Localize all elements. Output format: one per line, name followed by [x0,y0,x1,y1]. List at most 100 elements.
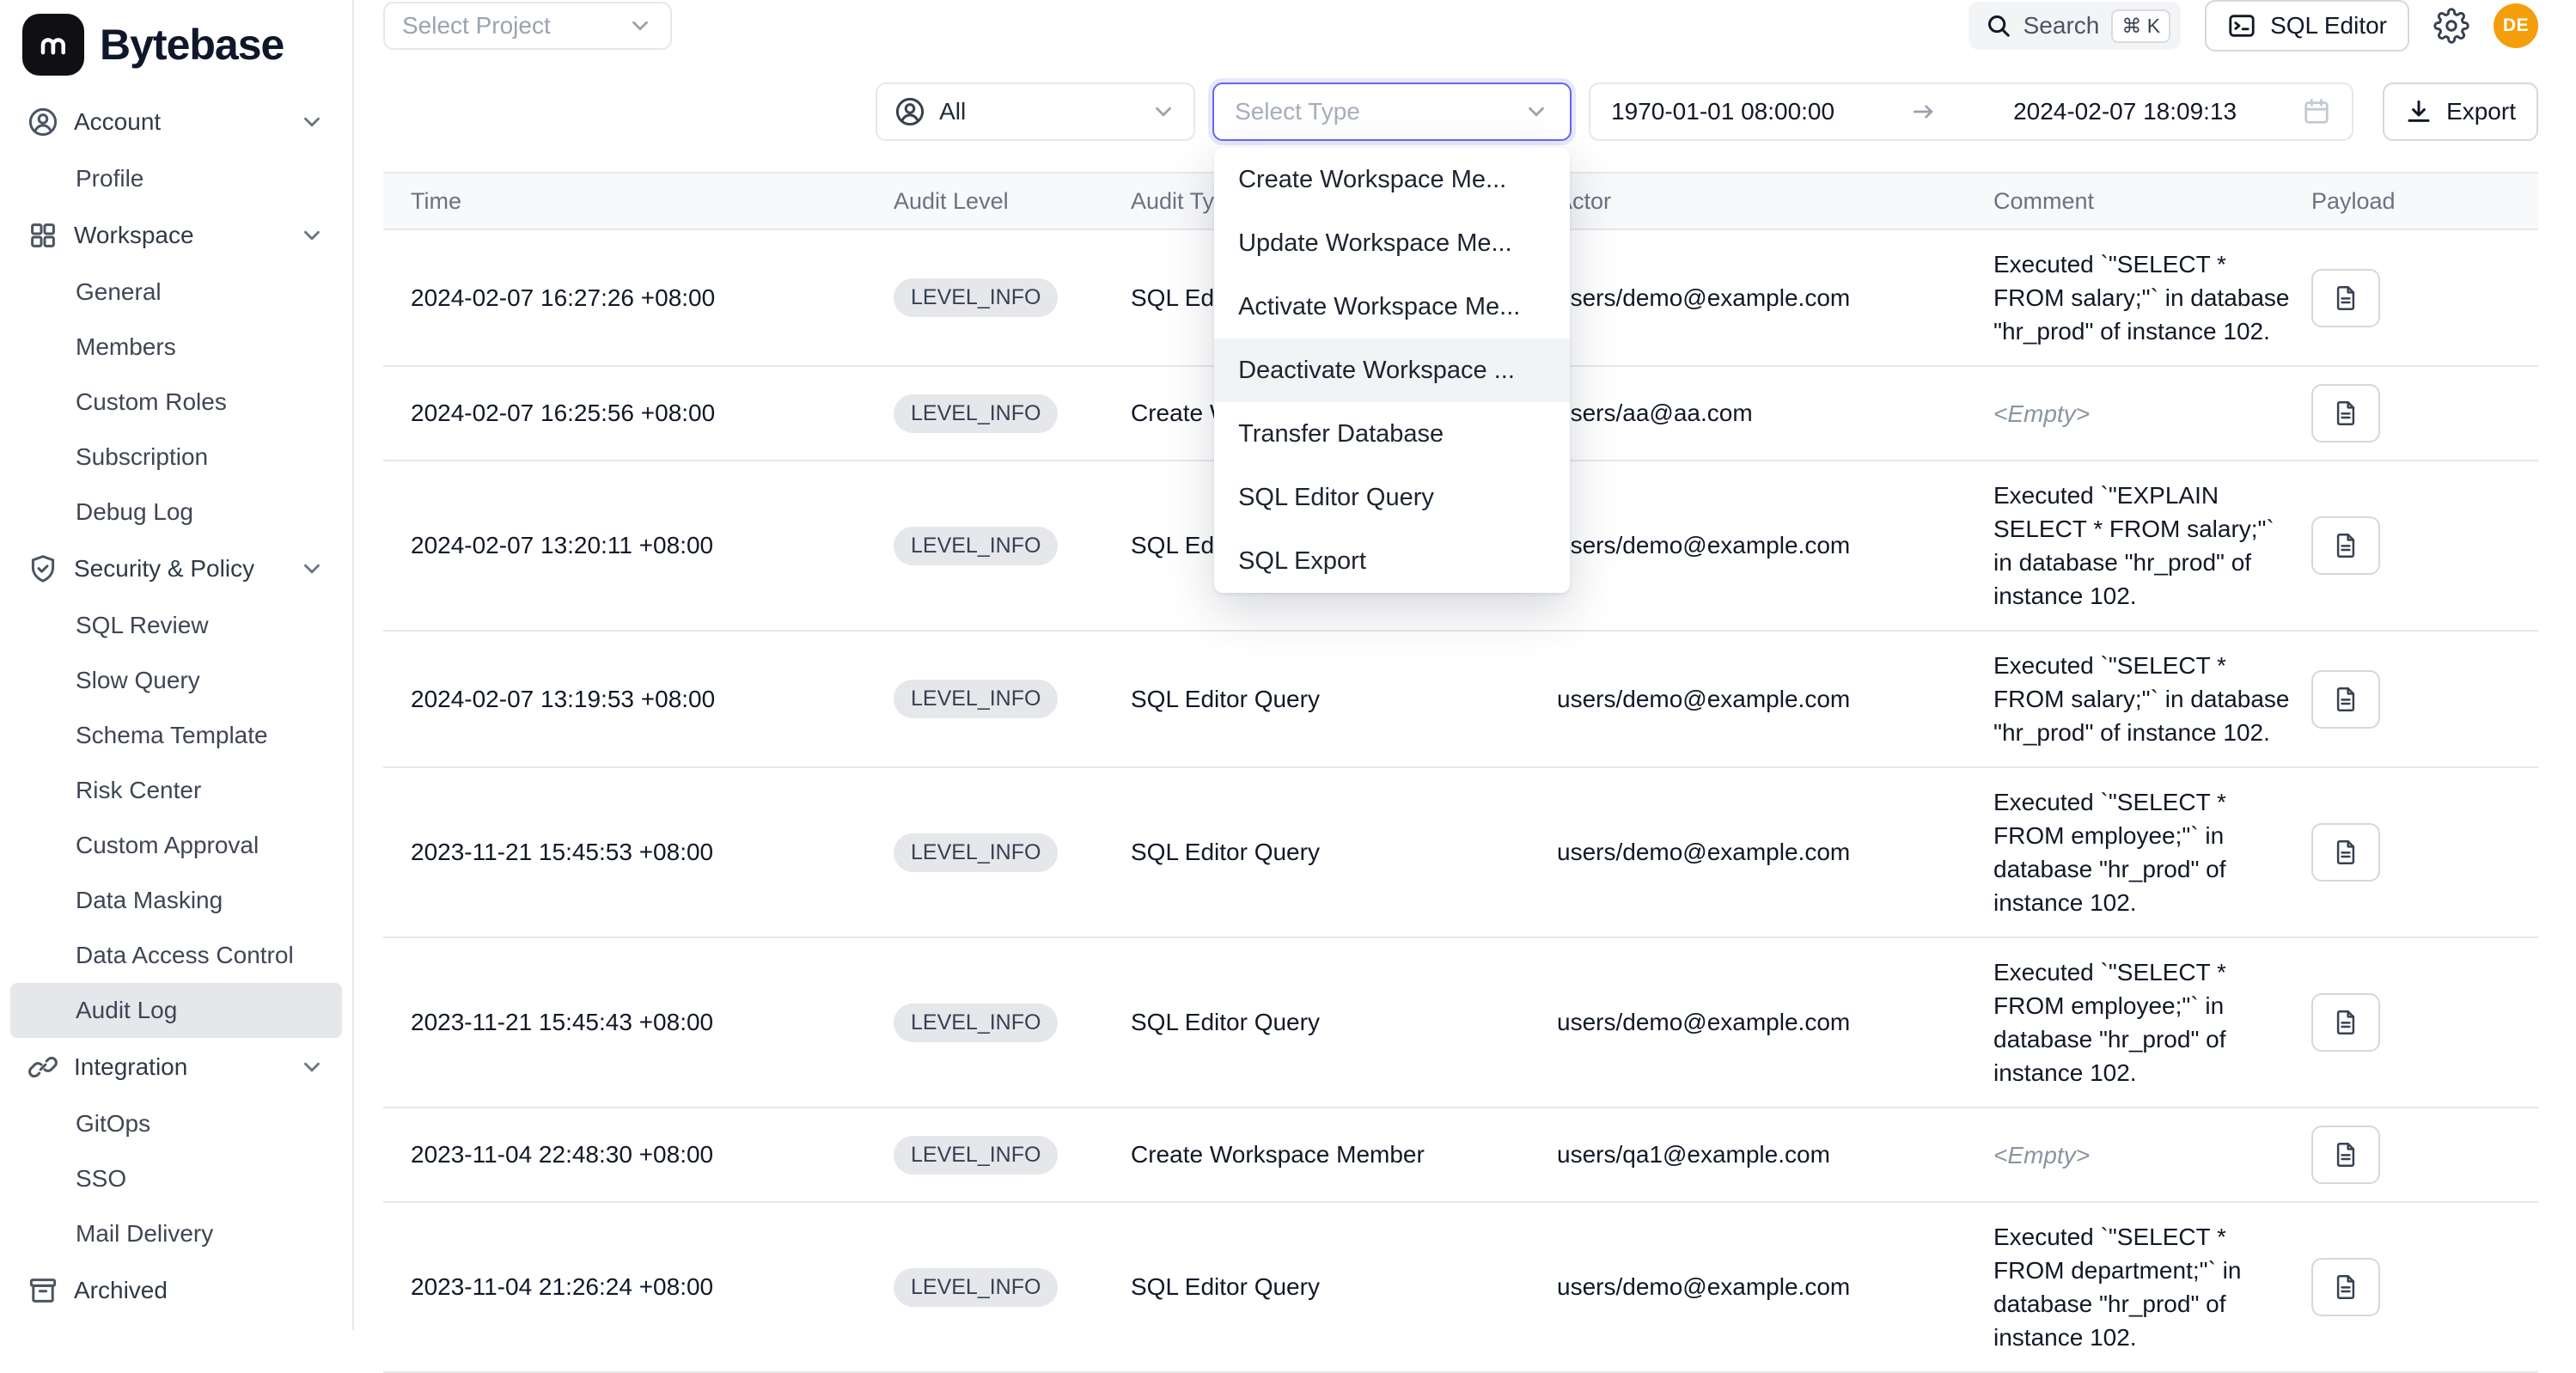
sidebar-group-account[interactable]: Account [10,93,342,151]
payload-button[interactable] [2311,1126,2380,1184]
payload-button[interactable] [2311,1258,2380,1316]
sidebar-item-schema-template[interactable]: Schema Template [10,708,342,763]
cell-comment: <Empty> [1981,1138,2308,1172]
sidebar-group-workspace[interactable]: Workspace [10,206,342,265]
calendar-icon [2302,97,2331,126]
sidebar-item-data-masking[interactable]: Data Masking [10,873,342,928]
sidebar-item-label: Custom Approval [76,832,259,859]
type-menu-item[interactable]: Update Workspace Me... [1214,211,1570,275]
audit-level-badge: LEVEL_INFO [894,833,1058,872]
cell-actor: users/aa@aa.com [1543,400,1981,427]
cell-audit-type: SQL Editor Query [1114,1273,1543,1301]
cell-time: 2024-02-07 13:20:11 +08:00 [383,532,873,559]
payload-button[interactable] [2311,823,2380,882]
sidebar-group-label: Archived [74,1277,168,1304]
cell-comment: Executed `"SELECT * FROM department;"` i… [1981,1220,2308,1354]
type-select[interactable]: Select Type Create Workspace Me...Update… [1212,82,1572,141]
audit-level-badge: LEVEL_INFO [894,1004,1058,1042]
project-select[interactable]: Select Project [383,2,672,50]
date-range-picker[interactable]: 1970-01-01 08:00:00 2024-02-07 18:09:13 [1589,82,2353,141]
sidebar-item-risk-center[interactable]: Risk Center [10,763,342,818]
payload-button[interactable] [2311,384,2380,442]
sidebar-item-data-access-control[interactable]: Data Access Control [10,928,342,983]
sidebar-item-label: SSO [76,1165,126,1193]
cell-payload [2308,1258,2538,1316]
sidebar-item-label: Profile [76,165,143,192]
export-button[interactable]: Export [2383,82,2538,141]
sidebar-group-integration[interactable]: Integration [10,1038,342,1096]
cell-actor: users/qa1@example.com [1543,1141,1981,1169]
cell-actor: users/demo@example.com [1543,284,1981,312]
cell-audit-level: LEVEL_INFO [873,1004,1114,1042]
settings-gear-icon[interactable] [2433,8,2469,44]
table-row: 2023-11-04 21:26:24 +08:00 LEVEL_INFO SQ… [383,1203,2538,1373]
type-menu-item[interactable]: SQL Export [1214,529,1570,593]
type-menu-item[interactable]: Activate Workspace Me... [1214,275,1570,339]
cell-audit-level: LEVEL_INFO [873,833,1114,872]
project-select-placeholder: Select Project [402,12,551,40]
sidebar-item-subscription[interactable]: Subscription [10,430,342,485]
type-menu-item[interactable]: Deactivate Workspace ... [1214,339,1570,402]
avatar[interactable]: DE [2494,3,2538,48]
cell-actor: users/demo@example.com [1543,532,1981,559]
cell-payload [2308,670,2538,729]
sidebar-item-gitops[interactable]: GitOps [10,1096,342,1151]
sidebar-item-slow-query[interactable]: Slow Query [10,653,342,708]
brand[interactable]: Bytebase [0,0,352,89]
file-icon [2332,532,2359,559]
sidebar-item-sql-review[interactable]: SQL Review [10,598,342,653]
cell-audit-type: SQL Editor Query [1114,839,1543,866]
type-menu-item[interactable]: Create Workspace Me... [1214,148,1570,211]
chevron-down-icon [627,13,653,39]
cell-comment: <Empty> [1981,397,2308,430]
cell-time: 2023-11-04 22:48:30 +08:00 [383,1141,873,1169]
sidebar-nav: Account Profile Workspace G [0,89,352,1320]
cell-payload [2308,823,2538,882]
sidebar-item-general[interactable]: General [10,265,342,320]
sidebar-item-members[interactable]: Members [10,320,342,375]
cell-time: 2024-02-07 16:25:56 +08:00 [383,400,873,427]
actor-scope-select[interactable]: All [876,82,1195,141]
search-icon [1986,13,2011,39]
cell-time: 2023-11-21 15:45:43 +08:00 [383,1009,873,1036]
sql-editor-button[interactable]: SQL Editor [2205,0,2409,52]
payload-button[interactable] [2311,516,2380,575]
sidebar-group-security-policy[interactable]: Security & Policy [10,540,342,598]
chevron-down-icon [299,223,325,248]
sidebar: Bytebase Account Profile [0,0,354,1330]
sidebar-item-label: Data Access Control [76,942,294,969]
sidebar-item-debug-log[interactable]: Debug Log [10,485,342,540]
sidebar-item-custom-roles[interactable]: Custom Roles [10,375,342,430]
sidebar-item-label: Audit Log [76,997,177,1024]
user-circle-icon [894,96,925,127]
sidebar-item-archived[interactable]: Archived [10,1261,342,1320]
cell-time: 2024-02-07 16:27:26 +08:00 [383,284,873,312]
link-icon [27,1052,58,1083]
arrow-right-icon [1910,98,1938,125]
sidebar-item-custom-approval[interactable]: Custom Approval [10,818,342,873]
cell-audit-level: LEVEL_INFO [873,278,1114,317]
cell-payload [2308,269,2538,327]
sidebar-item-audit-log[interactable]: Audit Log [10,983,342,1038]
cell-audit-type: SQL Editor Query [1114,686,1543,713]
search-input[interactable]: Search ⌘ K [1969,2,2181,50]
search-shortcut: ⌘ K [2111,9,2170,43]
payload-button[interactable] [2311,993,2380,1052]
type-menu-item[interactable]: Transfer Database [1214,402,1570,466]
archive-icon [27,1275,58,1306]
filter-bar: All Select Type Create Workspace Me...Up… [354,82,2576,141]
sidebar-item-profile[interactable]: Profile [10,151,342,206]
topbar: Select Project Search ⌘ K [354,0,2576,52]
sidebar-item-mail-delivery[interactable]: Mail Delivery [10,1206,342,1261]
audit-level-badge: LEVEL_INFO [894,680,1058,718]
payload-button[interactable] [2311,269,2380,327]
sidebar-item-label: Slow Query [76,667,200,694]
type-menu-item[interactable]: SQL Editor Query [1214,466,1570,529]
sidebar-item-sso[interactable]: SSO [10,1151,342,1206]
chevron-down-icon [299,556,325,582]
type-dropdown-menu: Create Workspace Me...Update Workspace M… [1214,148,1570,593]
payload-button[interactable] [2311,670,2380,729]
table-row: 2023-11-04 22:48:30 +08:00 LEVEL_INFO Cr… [383,1108,2538,1203]
sidebar-group-label: Workspace [74,222,194,249]
col-payload: Payload [2308,188,2538,215]
